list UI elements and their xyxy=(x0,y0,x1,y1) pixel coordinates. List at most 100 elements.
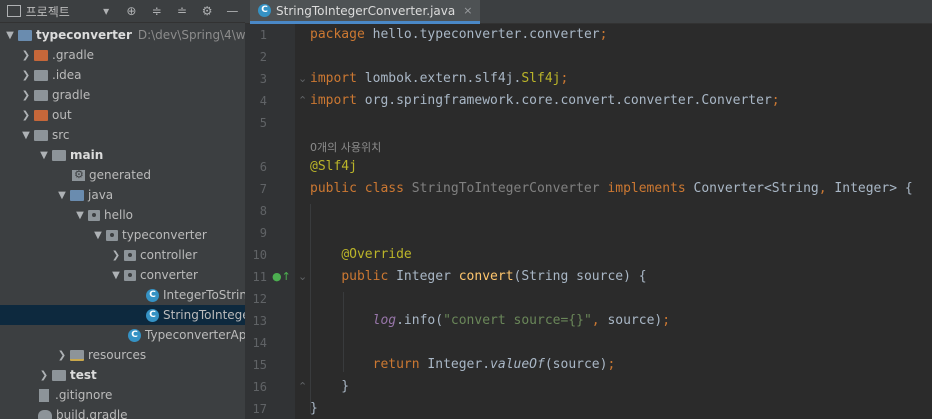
resources-folder-icon xyxy=(70,349,84,361)
line-number: 17 xyxy=(252,402,267,416)
tree-item-java[interactable]: ▼ java xyxy=(0,185,245,205)
tree-item-label: test xyxy=(70,368,97,382)
tree-item-label: .gradle xyxy=(52,48,95,62)
line-number: 2 xyxy=(259,50,267,64)
class-icon: C xyxy=(146,308,159,322)
usages-hint[interactable]: 0개의 사용위치 xyxy=(310,139,381,155)
chevron-down-icon[interactable]: ▼ xyxy=(92,230,104,241)
tree-item-integer-to-string[interactable]: C IntegerToString xyxy=(0,285,245,305)
implements-method-icon[interactable]: ●↑ xyxy=(272,270,291,283)
tree-item-label: .idea xyxy=(52,68,82,82)
code-editor[interactable]: package hello.typeconverter.converter; i… xyxy=(296,24,932,419)
chevron-right-icon[interactable]: ❯ xyxy=(38,370,50,381)
tree-item-label: main xyxy=(70,148,104,162)
tree-item-label: generated xyxy=(89,168,151,182)
tree-item-root[interactable]: ▼ typeconverter D:\dev\Spring\4\w xyxy=(0,25,245,45)
chevron-down-icon[interactable]: ▾ xyxy=(94,4,119,18)
project-view-icon[interactable] xyxy=(7,5,21,17)
tree-item-hello[interactable]: ▼ hello xyxy=(0,205,245,225)
tree-item-resources[interactable]: ❯ resources xyxy=(0,345,245,365)
folder-icon xyxy=(52,369,66,381)
gradle-icon xyxy=(38,410,52,419)
chevron-right-icon[interactable]: ❯ xyxy=(20,90,32,101)
tree-item-label: src xyxy=(52,128,70,142)
tree-item-label: .gitignore xyxy=(55,388,113,402)
line-number: 8 xyxy=(259,204,267,218)
tree-item-src[interactable]: ▼ src xyxy=(0,125,245,145)
tree-item-idea[interactable]: ❯ .idea xyxy=(0,65,245,85)
package-icon xyxy=(106,229,118,241)
collapse-all-icon[interactable]: ≐ xyxy=(169,4,194,18)
editor-gutter: 1 2 3 4 5 6 7 8 9 10 11 12 13 14 15 16 1… xyxy=(245,24,307,419)
project-panel-title[interactable]: 프로젝트 xyxy=(26,3,94,20)
chevron-down-icon[interactable]: ▼ xyxy=(20,130,32,141)
class-icon: C xyxy=(146,288,159,302)
tree-item-label: IntegerToString xyxy=(163,288,245,302)
editor-tab[interactable]: C StringToIntegerConverter.java × xyxy=(250,0,481,24)
line-number: 7 xyxy=(259,182,267,196)
code-line: import lombok.extern.slf4j.Slf4j; xyxy=(310,71,569,86)
chevron-right-icon[interactable]: ❯ xyxy=(20,70,32,81)
code-line: import org.springframework.core.convert.… xyxy=(310,93,780,108)
chevron-right-icon[interactable]: ❯ xyxy=(56,350,68,361)
tree-item-test[interactable]: ❯ test xyxy=(0,365,245,385)
tree-item-controller[interactable]: ❯ controller xyxy=(0,245,245,265)
folder-icon xyxy=(34,129,48,141)
gear-icon[interactable]: ⚙ xyxy=(195,4,220,18)
tree-item-converter[interactable]: ▼ converter xyxy=(0,265,245,285)
spring-boot-class-icon: C xyxy=(128,328,141,342)
tree-item-gradle[interactable]: ❯ gradle xyxy=(0,85,245,105)
code-line: @Slf4j xyxy=(310,159,357,174)
tree-item-label: TypeconverterApp xyxy=(145,328,245,342)
chevron-right-icon[interactable]: ❯ xyxy=(20,110,32,121)
line-number: 14 xyxy=(252,336,267,350)
line-number: 13 xyxy=(252,314,267,328)
tree-item-typeconverter-app[interactable]: C TypeconverterApp xyxy=(0,325,245,345)
line-number: 10 xyxy=(252,248,267,262)
tree-item-gitignore[interactable]: .gitignore xyxy=(0,385,245,405)
package-icon xyxy=(124,249,136,261)
code-line: } xyxy=(310,401,318,416)
tree-item-label: gradle xyxy=(52,88,91,102)
tree-item-gradle-dir[interactable]: ❯ .gradle xyxy=(0,45,245,65)
chevron-down-icon[interactable]: ▼ xyxy=(56,190,68,201)
tree-item-build-gradle[interactable]: build.gradle xyxy=(0,405,245,419)
tree-item-generated[interactable]: generated xyxy=(0,165,245,185)
generated-folder-icon xyxy=(72,168,85,181)
line-number: 5 xyxy=(259,116,267,130)
code-line: } xyxy=(310,379,350,394)
folder-icon xyxy=(34,89,48,101)
line-number: 1 xyxy=(259,28,267,42)
tree-item-label: out xyxy=(52,108,72,122)
line-number: 11 xyxy=(252,270,267,284)
expand-all-icon[interactable]: ≑ xyxy=(144,4,169,18)
editor-tab-bar: C StringToIntegerConverter.java × xyxy=(245,0,932,24)
tree-item-typeconverter-pkg[interactable]: ▼ typeconverter xyxy=(0,225,245,245)
chevron-down-icon[interactable]: ▼ xyxy=(38,150,50,161)
chevron-down-icon[interactable]: ▼ xyxy=(110,270,122,281)
tree-item-main[interactable]: ▼ main xyxy=(0,145,245,165)
tree-item-string-to-integer[interactable]: C StringToInteger xyxy=(0,305,245,325)
code-line: public Integer convert(String source) { xyxy=(341,269,647,284)
tree-item-label: converter xyxy=(140,268,198,282)
tree-item-out[interactable]: ❯ out xyxy=(0,105,245,125)
tree-item-label: typeconverter xyxy=(36,28,132,42)
line-number: 15 xyxy=(252,358,267,372)
tree-item-label: resources xyxy=(88,348,147,362)
minimize-icon[interactable]: — xyxy=(220,4,245,18)
chevron-right-icon[interactable]: ❯ xyxy=(110,250,122,261)
chevron-right-icon[interactable]: ❯ xyxy=(20,50,32,61)
excluded-folder-icon xyxy=(34,49,48,61)
tree-item-label: java xyxy=(88,188,114,202)
chevron-down-icon[interactable]: ▼ xyxy=(74,210,86,221)
code-line: @Override xyxy=(341,247,412,262)
close-icon[interactable]: × xyxy=(463,4,472,17)
locate-icon[interactable]: ⊕ xyxy=(119,4,144,18)
tree-item-label: typeconverter xyxy=(122,228,207,242)
project-panel: 프로젝트 ▾ ⊕ ≑ ≐ ⚙ — ▼ typeconverter D:\dev\… xyxy=(0,0,245,419)
line-number: 16 xyxy=(252,380,267,394)
tree-item-label: hello xyxy=(104,208,133,222)
chevron-down-icon[interactable]: ▼ xyxy=(4,30,16,41)
line-number: 4 xyxy=(259,94,267,108)
tree-item-label: StringToInteger xyxy=(163,308,245,322)
